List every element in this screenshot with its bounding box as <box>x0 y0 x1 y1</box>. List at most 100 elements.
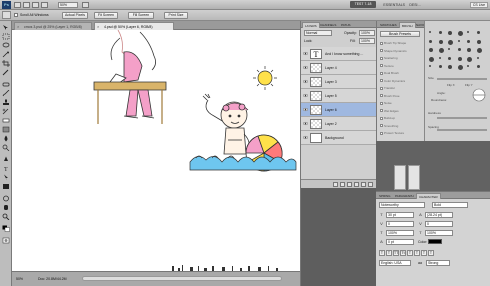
brush-option-checkbox[interactable] <box>380 116 383 120</box>
brush-option-checkbox[interactable] <box>380 124 383 128</box>
layer-row[interactable]: Layer 6 <box>301 103 377 117</box>
brush-tip-preset[interactable] <box>429 56 434 62</box>
collapsed-panel-2[interactable] <box>408 165 420 190</box>
layer-name[interactable]: Layer 3 <box>325 80 337 84</box>
brush-presets-button[interactable]: Brush Presets <box>380 31 420 37</box>
lasso-tool-icon[interactable] <box>2 42 10 49</box>
opacity-field[interactable]: 100% <box>359 30 375 36</box>
zoom-tool-icon[interactable] <box>2 213 10 220</box>
quick-mask-icon[interactable] <box>2 237 10 244</box>
tab-paragraph[interactable]: PARAGRAPH <box>393 193 416 199</box>
status-doc-size[interactable]: Doc: 20.8M/44.2M <box>38 277 67 281</box>
brush-option-item[interactable]: Shape Dynamics <box>380 49 407 53</box>
kerning-field[interactable]: 0 <box>386 221 414 227</box>
leading-field[interactable]: (28.24 pt) <box>425 212 453 218</box>
brush-option-item[interactable]: Noise <box>380 101 392 105</box>
brush-tip-preset[interactable] <box>448 31 452 35</box>
adjustment-layer-icon[interactable] <box>354 182 359 187</box>
history-brush-tool-icon[interactable] <box>2 108 10 115</box>
flip-x-label[interactable]: Flip X <box>447 83 455 87</box>
tab-layers[interactable]: LAYERS <box>302 22 320 28</box>
brush-option-checkbox[interactable] <box>380 41 383 45</box>
hand-tool-icon[interactable] <box>2 204 10 211</box>
visibility-eye-icon[interactable] <box>303 107 308 112</box>
font-size-field[interactable]: 30 pt <box>386 212 414 218</box>
layer-thumbnail[interactable] <box>310 91 322 101</box>
brush-tip-preset[interactable] <box>448 48 450 50</box>
actual-pixels-button[interactable]: Actual Pixels <box>62 12 88 19</box>
layer-name[interactable]: And I know something ... <box>325 52 363 56</box>
subscript-button[interactable]: T <box>414 250 420 256</box>
brush-tip-preset[interactable] <box>467 65 469 67</box>
zoom-level-select[interactable]: 50% <box>58 2 78 8</box>
brush-option-checkbox[interactable] <box>380 94 383 98</box>
document-canvas[interactable] <box>12 30 300 271</box>
tab-swatches[interactable]: SWATCHES <box>378 22 399 28</box>
brush-tip-preset[interactable] <box>429 48 433 52</box>
pen-tool-icon[interactable] <box>2 156 10 163</box>
gradient-tool-icon[interactable] <box>2 126 10 133</box>
tab-4psd[interactable]: × 4.psd @ 50% (Layer 6, RGB/8) <box>94 22 174 30</box>
blur-tool-icon[interactable] <box>2 135 10 142</box>
delete-layer-icon[interactable] <box>368 182 373 187</box>
brush-option-item[interactable]: Dual Brush <box>380 71 399 75</box>
healing-brush-tool-icon[interactable] <box>2 81 10 88</box>
vertical-scale-field[interactable]: 100% <box>386 230 414 236</box>
guides-icon[interactable] <box>32 2 39 8</box>
brush-tip-preset[interactable] <box>457 65 463 70</box>
brush-option-item[interactable]: Texture <box>380 64 394 68</box>
font-style-select[interactable]: Bold <box>432 202 468 208</box>
magic-wand-tool-icon[interactable] <box>2 51 10 58</box>
horizontal-scrollbar[interactable] <box>82 276 282 281</box>
brush-option-checkbox[interactable] <box>380 49 383 53</box>
tab-channels[interactable]: CHANNELS <box>318 22 338 28</box>
tab-character[interactable]: CHARACTER <box>416 193 441 199</box>
close-tab-icon[interactable]: × <box>97 25 101 29</box>
collapsed-panel-1[interactable] <box>394 165 406 190</box>
close-tab-icon[interactable]: × <box>17 25 21 29</box>
new-layer-icon[interactable] <box>361 182 366 187</box>
3d-rotate-tool-icon[interactable] <box>2 195 10 202</box>
mini-bridge-icon[interactable] <box>23 2 30 8</box>
brush-tip-preset[interactable] <box>448 39 453 45</box>
layer-name[interactable]: Layer 2 <box>325 122 337 126</box>
eyedropper-tool-icon[interactable] <box>2 69 10 76</box>
brush-tip-preset[interactable] <box>438 56 441 59</box>
type-tool-icon[interactable]: T <box>2 165 10 172</box>
visibility-eye-icon[interactable] <box>303 79 308 84</box>
brush-option-item[interactable]: Color Dynamics <box>380 79 405 83</box>
bridge-icon[interactable] <box>14 2 21 8</box>
size-slider[interactable] <box>437 78 487 80</box>
tab-cmos3[interactable]: × cmos 3.psd @ 25% (Layer 1, RGB/8) <box>14 22 92 30</box>
marquee-tool-icon[interactable] <box>2 33 10 40</box>
brush-option-item[interactable]: Transfer <box>380 86 395 90</box>
brush-option-checkbox[interactable] <box>380 56 383 60</box>
brush-tip-preset[interactable] <box>438 65 442 68</box>
horizontal-scale-field[interactable]: 100% <box>425 230 453 236</box>
layer-name[interactable]: Layer 4 <box>325 66 337 70</box>
brush-option-item[interactable]: Wet Edges <box>380 109 399 113</box>
eraser-tool-icon[interactable] <box>2 117 10 124</box>
arrange-icon[interactable] <box>41 2 48 8</box>
font-family-select[interactable]: Noteworthy <box>379 202 425 208</box>
layer-thumbnail[interactable] <box>310 63 322 73</box>
brush-tip-preset[interactable] <box>476 56 479 59</box>
brush-tip-preset[interactable] <box>429 39 432 43</box>
brush-option-checkbox[interactable] <box>380 71 383 75</box>
screen-mode-icon[interactable] <box>82 2 89 8</box>
brush-tip-preset[interactable] <box>476 39 481 44</box>
layer-row[interactable]: Layer 4 <box>301 61 377 75</box>
link-layers-icon[interactable] <box>333 182 338 187</box>
brush-tip-preset[interactable] <box>476 65 480 68</box>
brush-tip-preset[interactable] <box>438 39 443 44</box>
brush-option-checkbox[interactable] <box>380 86 383 90</box>
baseline-shift-field[interactable]: 0 pt <box>386 239 414 245</box>
brush-tip-preset[interactable] <box>429 31 431 33</box>
brush-tip-preset[interactable] <box>448 65 452 69</box>
brush-option-checkbox[interactable] <box>380 64 383 68</box>
all-caps-button[interactable]: TT <box>393 250 399 256</box>
add-mask-icon[interactable] <box>347 182 352 187</box>
brush-tip-preset[interactable] <box>467 39 470 43</box>
tracking-field[interactable]: 0 <box>425 221 453 227</box>
brush-option-checkbox[interactable] <box>380 79 383 83</box>
